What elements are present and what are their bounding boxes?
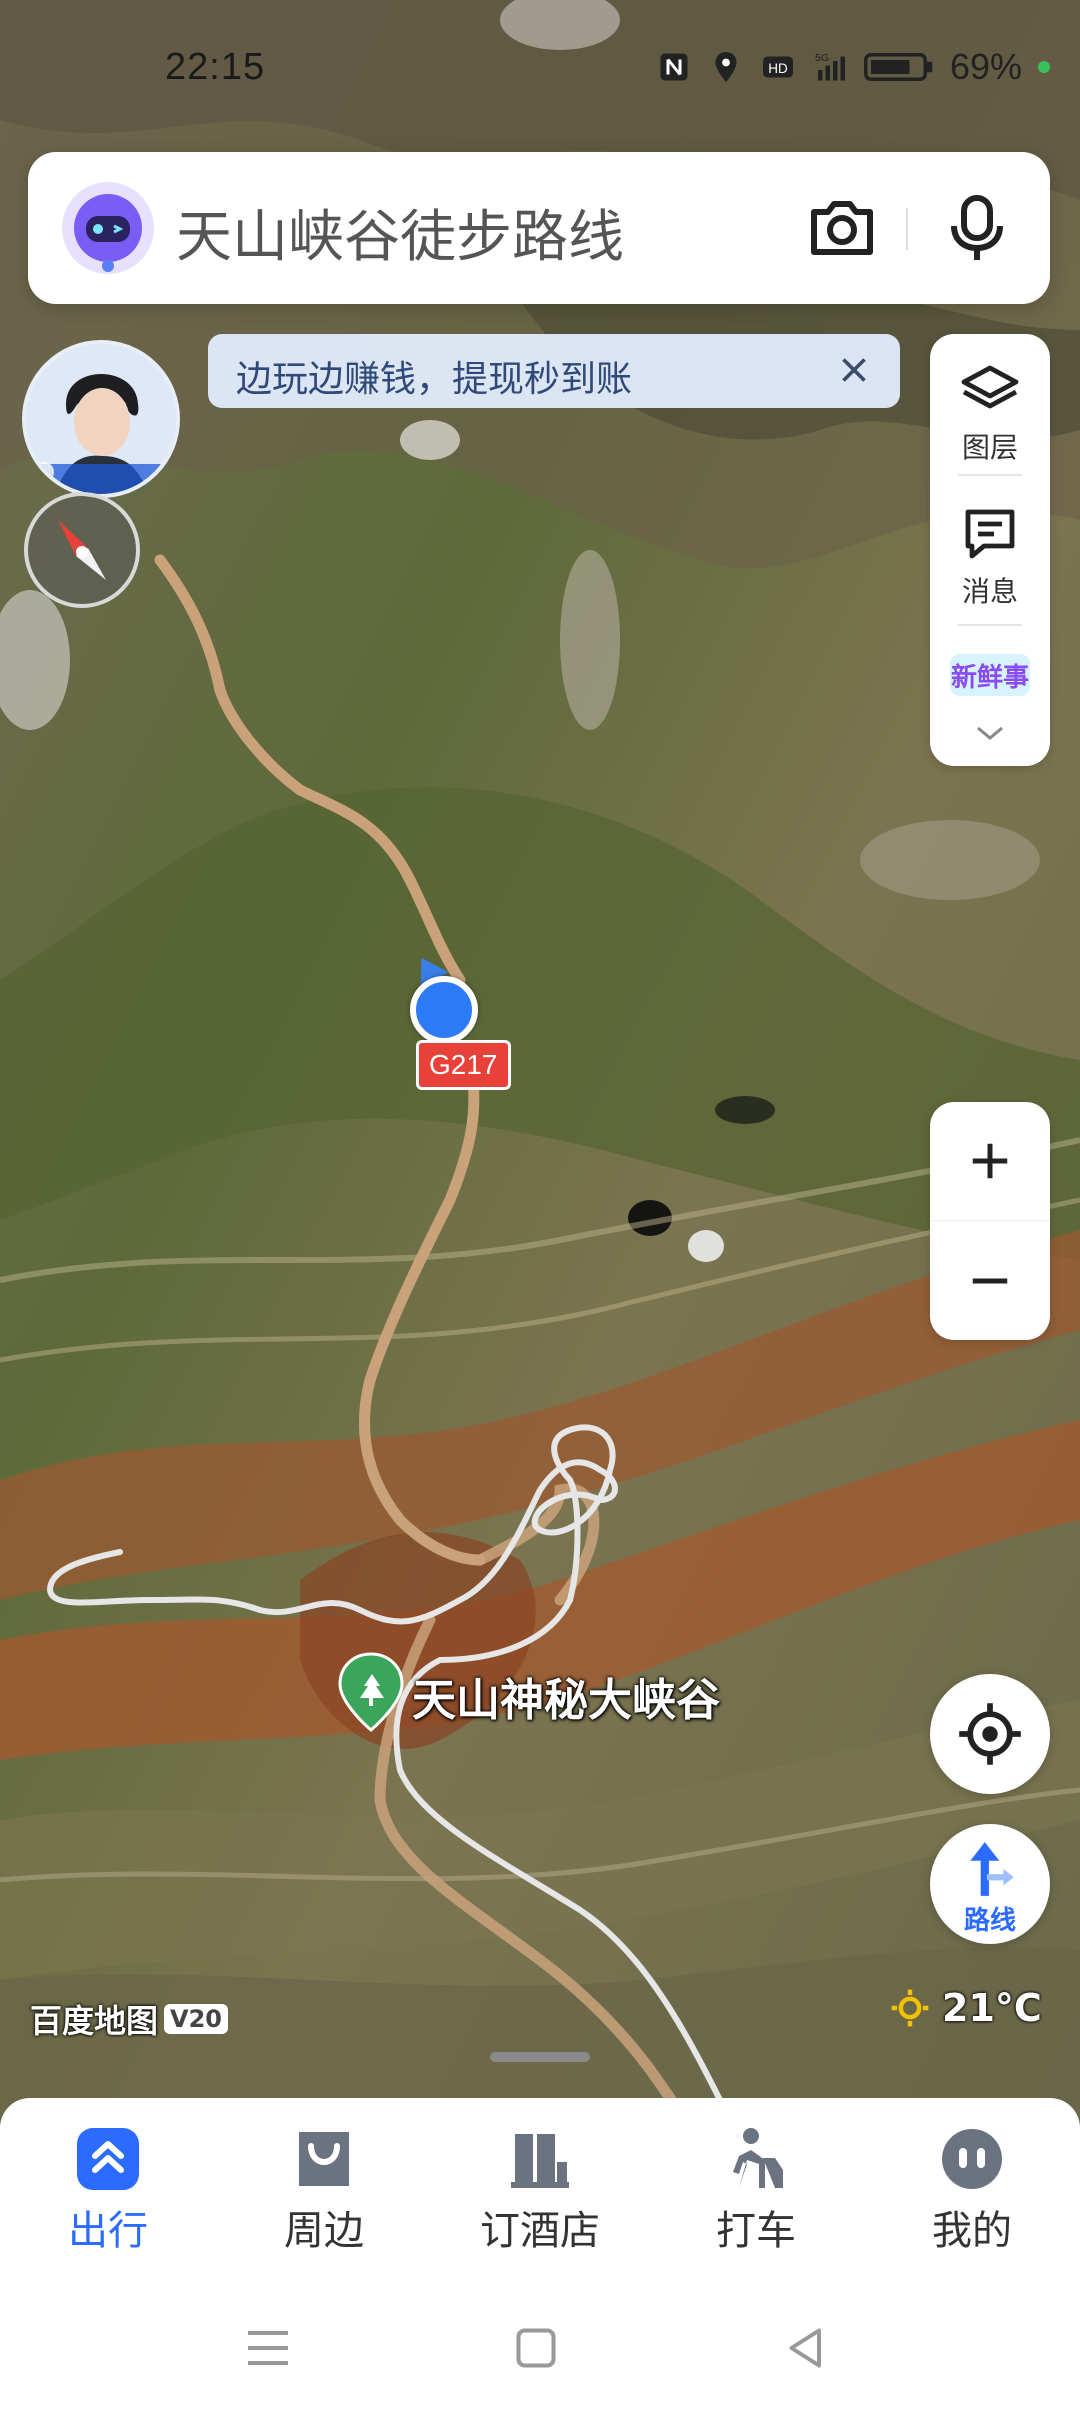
layers-button[interactable]: 图层 <box>930 360 1050 466</box>
temperature: 21°C <box>942 1986 1042 2030</box>
plus-icon <box>972 1143 1008 1179</box>
nav-tab-travel[interactable]: 出行 <box>28 2126 188 2256</box>
route-button[interactable]: 路线 <box>930 1824 1050 1944</box>
svg-text:5G: 5G <box>815 52 829 64</box>
tool-divider <box>958 474 1022 476</box>
layers-label: 图层 <box>961 431 1018 464</box>
nav-tab-taxi[interactable]: 打车 <box>676 2126 836 2256</box>
map-tools-panel: 图层 消息 新鲜事 <box>930 334 1050 766</box>
back-icon[interactable] <box>774 2318 834 2378</box>
menu-icon[interactable] <box>238 2318 298 2378</box>
tool-divider <box>958 624 1022 626</box>
messages-button[interactable]: 消息 <box>930 504 1050 610</box>
nav-label-travel: 出行 <box>68 2208 148 2254</box>
nav-tab-hotel[interactable]: 订酒店 <box>460 2126 620 2256</box>
search-divider <box>906 208 908 250</box>
map-logo-text: 百度地图 <box>30 2002 159 2040</box>
chevron-down-icon[interactable] <box>974 722 1006 744</box>
minus-icon <box>972 1278 1008 1284</box>
svg-text:HD: HD <box>768 61 788 76</box>
active-dot <box>1038 61 1050 73</box>
hotel-icon <box>511 2134 569 2188</box>
weather-icon <box>891 1989 929 2027</box>
nav-tab-nearby[interactable]: 周边 <box>244 2126 404 2256</box>
baidu-map-logo: 百度地图 V20 <box>30 1996 228 2042</box>
status-icons: HD 5G 69% <box>656 46 1050 88</box>
route-arrow-icon <box>970 1842 1014 1896</box>
nfc-icon <box>660 53 688 81</box>
search-bar[interactable]: 天山峡谷徒步路线 <box>28 152 1050 304</box>
user-avatar[interactable] <box>22 340 180 498</box>
zoom-out-button[interactable] <box>930 1222 1050 1340</box>
weather-widget[interactable]: 21°C <box>888 1986 1042 2030</box>
map-version-badge: V20 <box>164 2004 228 2034</box>
satellite-map[interactable] <box>0 0 1080 2130</box>
messages-label: 消息 <box>961 575 1018 608</box>
zoom-controls <box>930 1102 1050 1340</box>
home-icon[interactable] <box>506 2318 566 2378</box>
current-location-marker <box>410 976 478 1044</box>
battery-percentage: 69% <box>949 46 1022 87</box>
microphone-icon[interactable] <box>948 194 1006 264</box>
travel-icon <box>77 2128 139 2190</box>
route-label: 路线 <box>963 1906 1016 1936</box>
poi-label[interactable]: 天山神秘大峡谷 <box>412 1664 720 1728</box>
search-query[interactable]: 天山峡谷徒步路线 <box>176 192 624 273</box>
promo-banner[interactable]: 边玩边赚钱，提现秒到账 <box>208 334 900 408</box>
status-bar: 22:15 HD 5G 69% <box>0 0 1080 140</box>
message-icon <box>965 509 1015 559</box>
zoom-divider <box>930 1220 1050 1221</box>
zoom-in-button[interactable] <box>930 1102 1050 1220</box>
nav-tab-profile[interactable]: 我的 <box>892 2126 1052 2256</box>
road-shield: G217 <box>416 1040 511 1090</box>
nav-label-hotel: 订酒店 <box>480 2208 600 2254</box>
battery-icon <box>863 53 933 81</box>
profile-icon <box>942 2129 1002 2189</box>
robot-assistant-icon[interactable] <box>60 180 156 276</box>
avatar-portrait <box>26 344 176 494</box>
nav-label-taxi: 打车 <box>716 2208 796 2254</box>
locate-me-button[interactable] <box>930 1674 1050 1794</box>
crosshair-icon <box>959 1703 1021 1765</box>
status-time: 22:15 <box>165 46 266 88</box>
news-badge-icon[interactable]: 新鲜事 <box>950 650 1030 700</box>
signal-5g-icon: 5G <box>815 52 845 81</box>
hd-icon: HD <box>762 56 793 78</box>
promo-text[interactable]: 边玩边赚钱，提现秒到账 <box>236 350 632 402</box>
park-pin-icon[interactable] <box>336 1652 406 1732</box>
nearby-icon <box>299 2132 349 2186</box>
location-icon <box>715 52 737 82</box>
news-badge-text: 新鲜事 <box>951 662 1029 693</box>
drag-handle[interactable] <box>490 2052 590 2062</box>
nav-label-nearby: 周边 <box>284 2208 364 2254</box>
layers-icon <box>961 365 1019 409</box>
compass-icon[interactable] <box>22 490 142 610</box>
taxi-icon <box>733 2128 783 2188</box>
nav-label-profile: 我的 <box>932 2208 1012 2254</box>
close-icon[interactable] <box>836 352 872 388</box>
camera-icon[interactable] <box>808 196 876 260</box>
